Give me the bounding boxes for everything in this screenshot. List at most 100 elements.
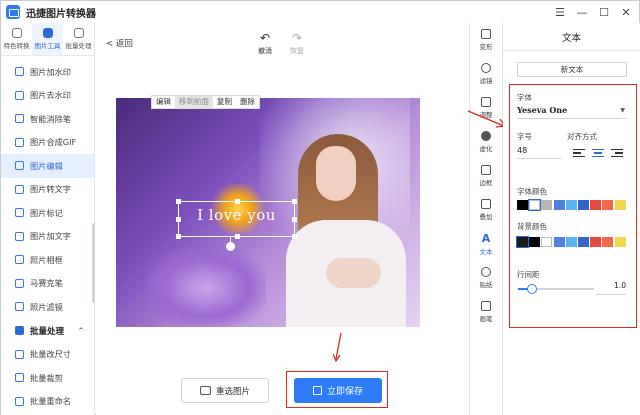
app-title: 迅捷图片转换器 bbox=[26, 8, 96, 20]
ctx-delete[interactable]: 删除 bbox=[236, 96, 259, 108]
save-button[interactable]: 立即保存 bbox=[294, 378, 382, 403]
tool-border[interactable]: 边框 bbox=[470, 159, 502, 193]
maximize-button[interactable]: ☐ bbox=[595, 3, 613, 21]
sidebar-item-add-text[interactable]: 图片加文字 bbox=[1, 225, 94, 249]
image-canvas[interactable]: I love you bbox=[116, 98, 420, 327]
color-swatch[interactable] bbox=[578, 237, 589, 247]
line-spacing-value[interactable]: 1.0 bbox=[596, 281, 626, 295]
blur-icon bbox=[481, 131, 491, 141]
resize-handle[interactable] bbox=[176, 199, 181, 204]
ctx-copy[interactable]: 复制 bbox=[213, 96, 236, 108]
color-swatch[interactable] bbox=[553, 200, 565, 210]
sidebar-item-batch-rename[interactable]: 批量重命名 bbox=[1, 390, 94, 414]
align-left-icon[interactable] bbox=[573, 149, 585, 158]
minimize-button[interactable]: — bbox=[573, 3, 591, 21]
sidebar-scrollbar[interactable] bbox=[92, 223, 95, 303]
photo-arm bbox=[326, 258, 381, 288]
sidebar-item-label: 图片编辑 bbox=[30, 160, 63, 171]
tab-special-convert[interactable]: 特色转换 bbox=[1, 23, 32, 55]
sidebar-item-batch-resize[interactable]: 批量改尺寸 bbox=[1, 343, 94, 367]
color-swatch[interactable] bbox=[614, 200, 626, 210]
slider-knob[interactable] bbox=[526, 284, 537, 294]
align-right-icon[interactable] bbox=[611, 149, 623, 158]
resize-handle[interactable] bbox=[235, 199, 240, 204]
crop-icon bbox=[481, 29, 491, 39]
tool-sticker[interactable]: 贴纸 bbox=[470, 261, 502, 295]
color-swatch[interactable] bbox=[602, 237, 614, 247]
sidebar-item-ocr[interactable]: 图片转文字 bbox=[1, 178, 94, 202]
sidebar-item-label: 图片标记 bbox=[30, 207, 63, 218]
canvas-text-object[interactable]: I love you bbox=[176, 199, 297, 239]
sidebar-item-mosaic[interactable]: 马赛克笔 bbox=[1, 272, 94, 296]
resize-handle[interactable] bbox=[292, 199, 297, 204]
tool-transform[interactable]: 变形 bbox=[470, 23, 502, 57]
redo-button[interactable]: ↷ 恢复 bbox=[285, 32, 309, 56]
eraser-icon bbox=[15, 90, 24, 100]
tool-blur[interactable]: 虚化 bbox=[470, 125, 502, 159]
sidebar-item-image-edit[interactable]: 图片编辑 bbox=[1, 154, 94, 178]
sidebar-item-gif[interactable]: 图片合成GIF bbox=[1, 131, 94, 155]
filter-icon bbox=[15, 302, 24, 312]
rotate-handle[interactable] bbox=[226, 242, 235, 251]
sidebar-item-remove-watermark[interactable]: 图片去水印 bbox=[1, 84, 94, 108]
tool-filter[interactable]: 滤镜 bbox=[470, 57, 502, 91]
line-spacing-slider[interactable] bbox=[518, 284, 594, 294]
color-swatch[interactable] bbox=[517, 200, 528, 210]
font-select[interactable]: Yeseva One ▼ bbox=[517, 105, 627, 119]
convert-icon bbox=[11, 28, 22, 38]
tool-label: 画笔 bbox=[479, 315, 493, 323]
new-text-button[interactable]: 新文本 bbox=[517, 62, 627, 77]
undo-button[interactable]: ↶ 撤消 bbox=[253, 32, 277, 56]
tool-overlay[interactable]: 叠加 bbox=[470, 193, 502, 227]
color-swatch[interactable] bbox=[565, 200, 577, 210]
resize-handle[interactable] bbox=[235, 234, 240, 239]
sidebar-item-mark[interactable]: 图片标记 bbox=[1, 201, 94, 225]
ctx-edit[interactable]: 编辑 bbox=[152, 96, 175, 108]
tab-image-tools[interactable]: 图片工具 bbox=[32, 23, 63, 55]
reselect-image-button[interactable]: 重选图片 bbox=[181, 378, 269, 403]
tool-text[interactable]: A 文本 bbox=[470, 227, 502, 261]
app-logo-icon bbox=[6, 5, 20, 19]
color-swatch[interactable] bbox=[578, 200, 589, 210]
sidebar-item-label: 图片去水印 bbox=[30, 90, 71, 101]
color-swatch[interactable] bbox=[590, 237, 602, 247]
color-swatch[interactable] bbox=[614, 237, 626, 247]
adjust-icon bbox=[481, 97, 491, 107]
color-swatch[interactable] bbox=[516, 236, 529, 248]
sidebar-item-label: 图片转文字 bbox=[30, 184, 71, 195]
resize-handle[interactable] bbox=[176, 234, 181, 239]
color-swatch[interactable] bbox=[602, 200, 614, 210]
sidebar-item-label: 批量裁剪 bbox=[30, 372, 63, 383]
back-button[interactable]: < 返回 bbox=[106, 37, 133, 49]
tool-label: 贴纸 bbox=[479, 281, 493, 289]
font-size-input[interactable]: 48 bbox=[517, 146, 561, 159]
color-swatch[interactable] bbox=[590, 200, 602, 210]
sidebar-item-add-watermark[interactable]: 图片加水印 bbox=[1, 60, 94, 84]
tool-label: 变形 bbox=[479, 43, 493, 51]
sidebar-item-frame[interactable]: 照片相框 bbox=[1, 248, 94, 272]
bg-color-label: 背景颜色 bbox=[517, 222, 547, 231]
batch-group-header[interactable]: 批量处理 ^ bbox=[1, 319, 94, 343]
sidebar-item-label: 图片合成GIF bbox=[30, 137, 77, 148]
color-swatch[interactable] bbox=[541, 200, 553, 210]
tab-batch[interactable]: 批量处理 bbox=[63, 23, 94, 55]
tool-brush[interactable]: 画笔 bbox=[470, 295, 502, 329]
image-icon bbox=[199, 386, 211, 395]
color-swatch[interactable] bbox=[528, 199, 542, 211]
menu-button[interactable]: ☰ bbox=[551, 3, 569, 21]
align-center-icon[interactable] bbox=[592, 149, 604, 158]
text-icon bbox=[15, 231, 24, 241]
close-button[interactable]: ✕ bbox=[617, 3, 635, 21]
ctx-bring-front[interactable]: 移到前面 bbox=[175, 96, 213, 108]
sidebar-item-batch-crop[interactable]: 批量裁剪 bbox=[1, 366, 94, 390]
color-swatch[interactable] bbox=[541, 237, 553, 247]
color-swatch[interactable] bbox=[565, 237, 577, 247]
sidebar-item-smart-eraser[interactable]: 智能消除笔 bbox=[1, 107, 94, 131]
color-swatch[interactable] bbox=[553, 237, 565, 247]
text-context-menu: 编辑 移到前面 复制 删除 bbox=[151, 95, 260, 109]
color-swatch[interactable] bbox=[529, 237, 541, 247]
sidebar-item-filter[interactable]: 照片滤镜 bbox=[1, 295, 94, 319]
text-color-label: 字体颜色 bbox=[517, 187, 547, 196]
text-settings-panel: 文本 新文本 字体 Yeseva One ▼ 字号 对齐方式 48 字体颜色 背景… bbox=[503, 23, 640, 415]
resize-handle[interactable] bbox=[292, 234, 297, 239]
